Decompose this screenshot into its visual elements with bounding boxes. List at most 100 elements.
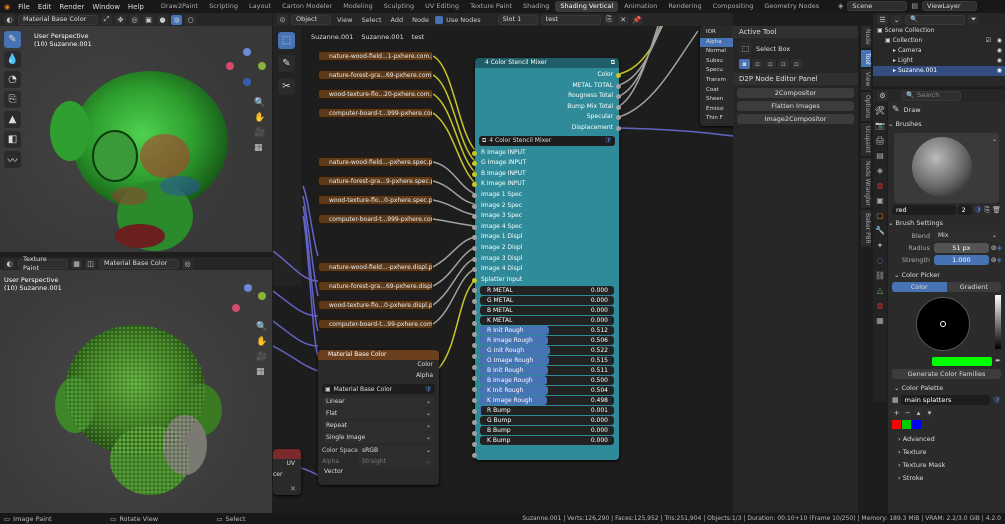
remove-color-icon[interactable]: − — [903, 408, 912, 417]
output-tab-icon[interactable]: 🖨 — [875, 136, 885, 145]
tab-shading-vertical[interactable]: Shading Vertical — [555, 1, 619, 12]
outliner-row[interactable]: ▣ Scene Collection — [873, 26, 1005, 36]
palette-swatch[interactable] — [902, 420, 911, 429]
grid-icon[interactable]: ▦ — [256, 367, 267, 377]
material-base-color-node[interactable]: Material Base Color Color Alpha ▣ Materi… — [318, 350, 439, 485]
draw-brush-icon[interactable]: ✎ — [4, 31, 21, 48]
modifier-tab-icon[interactable]: 🔧 — [875, 226, 885, 235]
gizmo-z-icon[interactable] — [244, 284, 252, 292]
zoom-icon[interactable]: 🔍 — [254, 98, 265, 108]
slot-dropdown[interactable]: Slot 1 — [497, 14, 538, 25]
image-node[interactable]: nature-forest-gra...9-pxhere.spec.png — [318, 176, 433, 186]
output-socket[interactable] — [616, 73, 621, 78]
color-space-dropdown[interactable]: sRGB ⌄ — [358, 445, 435, 456]
scale-icon[interactable]: ◈ — [997, 244, 1002, 252]
gizmo-z-icon[interactable] — [243, 48, 251, 56]
output-socket[interactable] — [616, 104, 621, 110]
strength-field[interactable]: 1.000 — [934, 255, 989, 265]
mixer-value-slider[interactable]: K Init Rough 0.504 — [480, 386, 614, 396]
grid-icon[interactable]: ▦ — [254, 143, 265, 153]
editor-type-icon[interactable]: ◐ — [4, 14, 15, 25]
brush-users-count[interactable]: 2 — [957, 205, 972, 215]
bsdf-input-row[interactable]: Emissi — [700, 105, 733, 115]
fill-icon[interactable]: ▲ — [4, 111, 21, 128]
scale-icon[interactable]: ◈ — [997, 256, 1002, 264]
mixer-value-slider[interactable]: K Image Rough 0.498 — [480, 396, 614, 406]
image-node[interactable]: nature-wood-field...-pxhere.displ.png — [318, 262, 433, 272]
clone-icon[interactable]: ⎘ — [4, 91, 21, 108]
add-color-icon[interactable]: + — [892, 408, 901, 417]
menu-render[interactable]: Render — [55, 3, 88, 11]
gizmo-x-icon[interactable] — [226, 62, 234, 70]
gradient-mode-button[interactable]: Gradient — [946, 282, 1001, 292]
tab-ucupaint[interactable]: Ucupaint — [861, 122, 871, 156]
principled-bsdf-partial[interactable]: IOR Alpha Normal Subsu Specu Transm Coat Sheen E… — [700, 26, 733, 126]
tab-sculpting[interactable]: Sculpting — [379, 1, 419, 12]
color-wheel-cursor-icon[interactable] — [940, 321, 946, 327]
generate-color-families-button[interactable]: Generate Color Families — [892, 369, 1001, 379]
image-node[interactable]: wood-texture-flo...0-pxhere.spec.png — [318, 195, 433, 205]
tab-layout[interactable]: Layout — [244, 1, 276, 12]
projection-dropdown[interactable]: Flat ⌄ — [322, 409, 435, 420]
display-mode-icon[interactable]: ⌄ — [891, 14, 902, 25]
image-node[interactable]: computer-board-t...999-pxhere.com.j — [318, 108, 433, 118]
mixer-value-slider[interactable]: R Bump 0.001 — [480, 406, 614, 416]
active-tool-header[interactable]: Active Tool — [733, 26, 858, 38]
shield-icon[interactable]: 🛡 — [424, 386, 432, 393]
input-socket[interactable] — [472, 277, 477, 283]
color-mode-button[interactable]: Color — [892, 282, 947, 292]
view-icon[interactable]: ◫ — [85, 258, 96, 269]
color-picker-section[interactable]: ⌄ Color Picker — [888, 269, 1005, 282]
mixer-value-slider[interactable]: G Bump 0.000 — [480, 416, 614, 426]
constraints-tab-icon[interactable]: ⛓ — [875, 271, 885, 280]
material-dropdown[interactable]: Material Base Color — [99, 258, 179, 269]
eye-icon[interactable]: ◉ — [997, 56, 1002, 66]
color-palette-section[interactable]: ⌄ Color Palette — [888, 382, 1005, 395]
xray-icon[interactable]: ▣ — [143, 14, 154, 25]
shading-material-icon[interactable]: ◍ — [171, 14, 182, 25]
image-node[interactable]: computer-board-t...99-pxhere.com.d — [318, 319, 433, 329]
view-layer-field[interactable]: ViewLayer — [922, 1, 978, 11]
view-icon[interactable]: ⤢ — [101, 14, 112, 25]
tab-texture-paint[interactable]: Texture Paint — [465, 1, 517, 12]
duplicate-icon[interactable]: ⎘ — [985, 206, 991, 215]
material-tab-icon[interactable]: ◍ — [877, 301, 884, 310]
scene-tab-icon[interactable]: ◈ — [877, 166, 883, 175]
blend-dropdown[interactable]: Mix ⌄ — [934, 231, 1001, 241]
menu-file[interactable]: File — [14, 3, 34, 11]
mixer-value-slider[interactable]: K METAL 0.000 — [480, 316, 614, 326]
smear-icon[interactable]: ◔ — [4, 71, 21, 88]
input-socket[interactable] — [472, 150, 477, 156]
bsdf-input-row[interactable]: Normal — [700, 47, 733, 57]
mixer-value-slider[interactable]: R Init Rough 0.512 — [480, 326, 614, 336]
zoom-icon[interactable]: 🔍 — [256, 322, 267, 332]
outliner-row[interactable]: ▸ Light ◉ — [873, 56, 1005, 66]
tab-node[interactable]: Node — [861, 26, 871, 48]
d2p-panel-header[interactable]: D2P Node Editor Panel — [733, 73, 858, 85]
interpolation-dropdown[interactable]: Linear ⌄ — [322, 397, 435, 408]
brush-name-field[interactable]: red — [892, 205, 956, 215]
pan-hand-icon[interactable]: ✋ — [256, 337, 267, 347]
texture-tab-icon[interactable]: ▦ — [876, 316, 884, 325]
shading-solid-icon[interactable]: ● — [157, 14, 168, 25]
tab-baker-pbr[interactable]: Baker P8R — [861, 210, 871, 248]
bsdf-input-row[interactable]: Alpha — [700, 37, 733, 48]
gizmo-icon[interactable]: ✥ — [115, 14, 126, 25]
object-tab-icon[interactable]: ▢ — [876, 211, 884, 220]
annotate-icon[interactable]: 〰 — [4, 151, 21, 168]
material-field[interactable]: test — [540, 14, 601, 25]
section-texture[interactable]: › Texture — [898, 446, 1005, 459]
image-node[interactable]: nature-forest-gra...69-pxhere.displ.pn — [318, 281, 433, 291]
outliner-row-selected[interactable]: ▸ Suzanne.001 ◉ — [873, 66, 1005, 76]
navigation-gizmo[interactable] — [226, 48, 266, 88]
world-tab-icon[interactable]: ◍ — [877, 181, 884, 190]
bsdf-input-row[interactable]: Sheen — [700, 95, 733, 105]
tab-uv-editing[interactable]: UV Editing — [420, 1, 464, 12]
editor-type-icon[interactable]: ◐ — [4, 258, 15, 269]
shield-icon[interactable]: 🛡 — [992, 396, 1001, 404]
mode-invert-icon[interactable]: ▫ — [778, 59, 789, 69]
chevron-down-icon[interactable]: ⌄ — [992, 136, 997, 143]
overlay-icon[interactable]: ◎ — [182, 258, 193, 269]
output-socket[interactable] — [616, 83, 621, 89]
bsdf-input-row[interactable]: Specu — [700, 66, 733, 76]
